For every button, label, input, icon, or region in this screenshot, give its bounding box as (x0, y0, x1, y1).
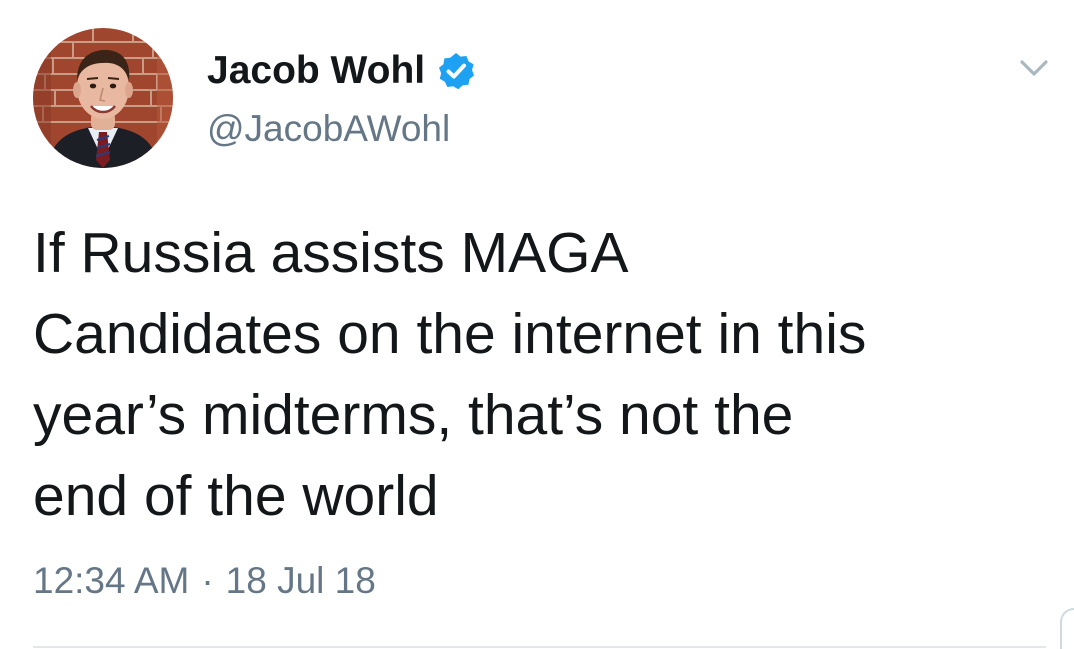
tweet-time: 12:34 AM (33, 560, 190, 601)
tweet-text: If Russia assists MAGA Candidates on the… (33, 213, 1033, 537)
tweet-text-line: year’s midterms, that’s not the (33, 383, 794, 447)
tweet-card: Jacob Wohl @JacobAWohl If Russia assists… (0, 0, 1074, 649)
tweet-text-line: Candidates on the internet in this (33, 302, 867, 366)
author-name-row: Jacob Wohl (207, 46, 476, 96)
timestamp-separator: · (201, 560, 214, 601)
tweet-text-line: end of the world (33, 464, 439, 528)
card-edge (1060, 608, 1074, 649)
divider (33, 646, 1046, 648)
chevron-down-icon (1020, 60, 1048, 76)
verified-badge-icon (436, 51, 476, 91)
tweet-timestamp[interactable]: 12:34 AM · 18 Jul 18 (33, 560, 376, 602)
author-handle[interactable]: @JacobAWohl (207, 108, 450, 150)
tweet-text-line: If Russia assists MAGA (33, 221, 629, 285)
author-avatar[interactable] (33, 28, 173, 168)
author-display-name[interactable]: Jacob Wohl (207, 49, 425, 93)
tweet-menu-button[interactable] (1012, 50, 1056, 86)
avatar-photo-icon (33, 28, 173, 168)
tweet-date: 18 Jul 18 (225, 560, 376, 601)
